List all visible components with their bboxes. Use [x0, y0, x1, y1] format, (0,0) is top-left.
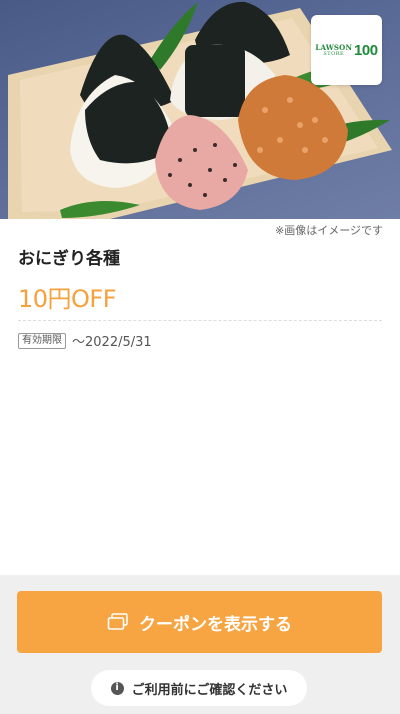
coupon-copy-icon: [107, 613, 128, 630]
logo-brand-line1: LAWSON: [315, 42, 353, 52]
image-note: ※画像はイメージです: [275, 224, 383, 237]
logo-brand-line2: STORE: [323, 50, 345, 57]
expiry-row: 有効期限 〜2022/5/31: [18, 331, 152, 350]
section-divider: [18, 320, 382, 321]
discount-amount: 10円OFF: [18, 285, 117, 313]
hero-image: LAWSON STORE 100: [0, 0, 400, 219]
confirm-before-use-button[interactable]: i ご利用前にご確認ください: [91, 670, 307, 706]
lawson-store-100-logo: LAWSON STORE 100: [311, 15, 382, 85]
confirm-label: ご利用前にご確認ください: [131, 682, 288, 698]
show-coupon-label: クーポンを表示する: [139, 614, 292, 635]
expiry-label: 有効期限: [18, 332, 66, 349]
product-title: おにぎり各種: [18, 249, 120, 269]
logo-brand-number: 100: [354, 41, 378, 59]
expiry-value: 〜2022/5/31: [72, 335, 152, 350]
show-coupon-button[interactable]: クーポンを表示する: [17, 591, 382, 653]
info-icon: i: [110, 681, 124, 695]
